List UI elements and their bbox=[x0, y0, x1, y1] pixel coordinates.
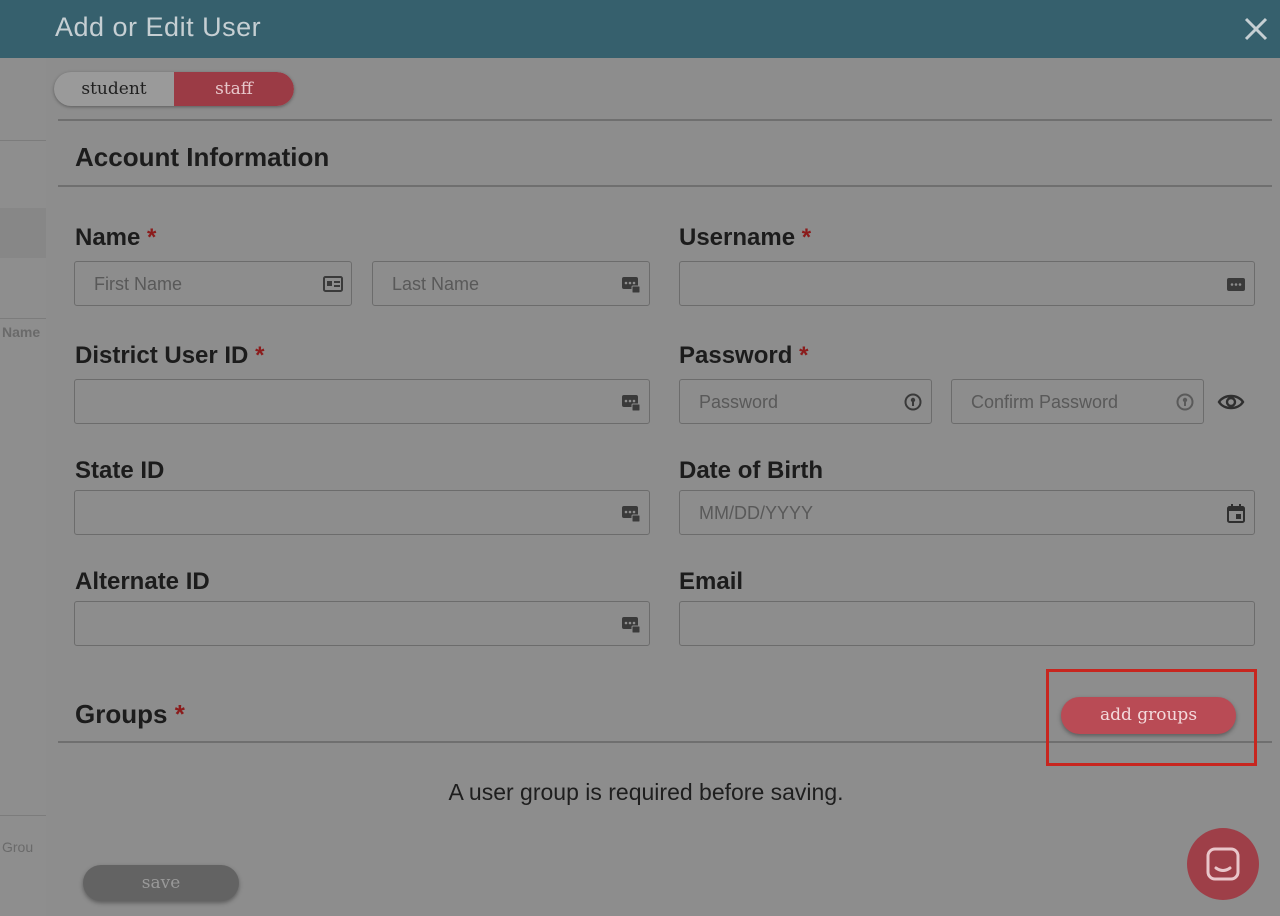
background-topbar bbox=[0, 0, 46, 58]
key-lock-icon bbox=[904, 393, 922, 411]
show-password-eye-icon[interactable] bbox=[1217, 391, 1245, 413]
role-option-student[interactable]: student bbox=[54, 72, 174, 106]
password-input[interactable]: Password bbox=[679, 379, 932, 424]
password-label-text: Password bbox=[679, 342, 793, 369]
password-manager-icon bbox=[622, 506, 641, 523]
add-edit-user-modal: Add or Edit User student staff Account I… bbox=[46, 0, 1280, 916]
required-mark: * bbox=[799, 342, 809, 369]
last-name-input[interactable]: Last Name bbox=[372, 261, 650, 306]
chat-icon bbox=[1206, 847, 1240, 881]
name-label: Name * bbox=[75, 224, 156, 252]
password-manager-icon bbox=[1227, 278, 1245, 291]
password-manager-icon bbox=[622, 277, 641, 294]
email-input[interactable] bbox=[679, 601, 1255, 646]
background-page: Name Grou bbox=[0, 0, 46, 916]
first-name-input[interactable]: First Name bbox=[74, 261, 352, 306]
role-option-staff[interactable]: staff bbox=[174, 72, 294, 106]
modal-header: Add or Edit User bbox=[46, 0, 1280, 58]
background-divider bbox=[0, 140, 46, 141]
add-groups-button[interactable]: add groups bbox=[1061, 697, 1236, 734]
password-manager-icon bbox=[622, 395, 641, 412]
required-mark: * bbox=[801, 224, 812, 251]
modal-title: Add or Edit User bbox=[55, 12, 262, 42]
district-user-id-label: District User ID * bbox=[75, 342, 264, 370]
alternate-id-label: Alternate ID bbox=[75, 568, 210, 595]
date-of-birth-placeholder: MM/DD/YYYY bbox=[699, 503, 814, 523]
alternate-id-input[interactable] bbox=[74, 601, 650, 646]
account-section-title: Account Information bbox=[75, 142, 330, 172]
state-id-label: State ID bbox=[75, 457, 165, 484]
background-divider bbox=[0, 815, 46, 816]
required-mark: * bbox=[174, 699, 185, 729]
district-user-id-input[interactable] bbox=[74, 379, 650, 424]
name-label-text: Name bbox=[75, 224, 141, 251]
calendar-icon[interactable] bbox=[1226, 503, 1246, 523]
background-divider bbox=[0, 318, 46, 319]
contact-card-icon bbox=[323, 276, 343, 292]
chat-launcher-button[interactable] bbox=[1187, 828, 1259, 900]
background-group-text: Grou bbox=[2, 839, 34, 855]
confirm-password-placeholder: Confirm Password bbox=[971, 392, 1119, 412]
groups-required-notice: A user group is required before saving. bbox=[448, 779, 844, 805]
save-button[interactable]: save bbox=[83, 865, 239, 901]
required-mark: * bbox=[255, 342, 265, 369]
groups-section-title: Groups * bbox=[75, 699, 185, 730]
role-toggle: student staff bbox=[54, 72, 294, 106]
background-band bbox=[0, 208, 46, 258]
groups-title-text: Groups bbox=[75, 699, 168, 729]
first-name-placeholder: First Name bbox=[94, 274, 183, 294]
password-placeholder: Password bbox=[699, 392, 779, 412]
toggle-divider bbox=[58, 119, 1272, 121]
username-input[interactable] bbox=[679, 261, 1255, 306]
email-label: Email bbox=[679, 568, 744, 595]
password-manager-icon bbox=[622, 617, 641, 634]
required-mark: * bbox=[147, 224, 157, 251]
password-label: Password * bbox=[679, 342, 808, 370]
background-column-name: Name bbox=[2, 324, 41, 340]
username-label-text: Username bbox=[679, 224, 796, 251]
key-lock-icon bbox=[1176, 393, 1194, 411]
confirm-password-input[interactable]: Confirm Password bbox=[951, 379, 1204, 424]
date-of-birth-label: Date of Birth bbox=[679, 457, 823, 484]
account-section-divider bbox=[58, 185, 1272, 187]
state-id-input[interactable] bbox=[74, 490, 650, 535]
last-name-placeholder: Last Name bbox=[392, 274, 480, 294]
close-icon[interactable] bbox=[1242, 15, 1270, 43]
username-label: Username * bbox=[679, 224, 811, 252]
district-user-id-label-text: District User ID bbox=[75, 342, 249, 369]
date-of-birth-input[interactable]: MM/DD/YYYY bbox=[679, 490, 1255, 535]
